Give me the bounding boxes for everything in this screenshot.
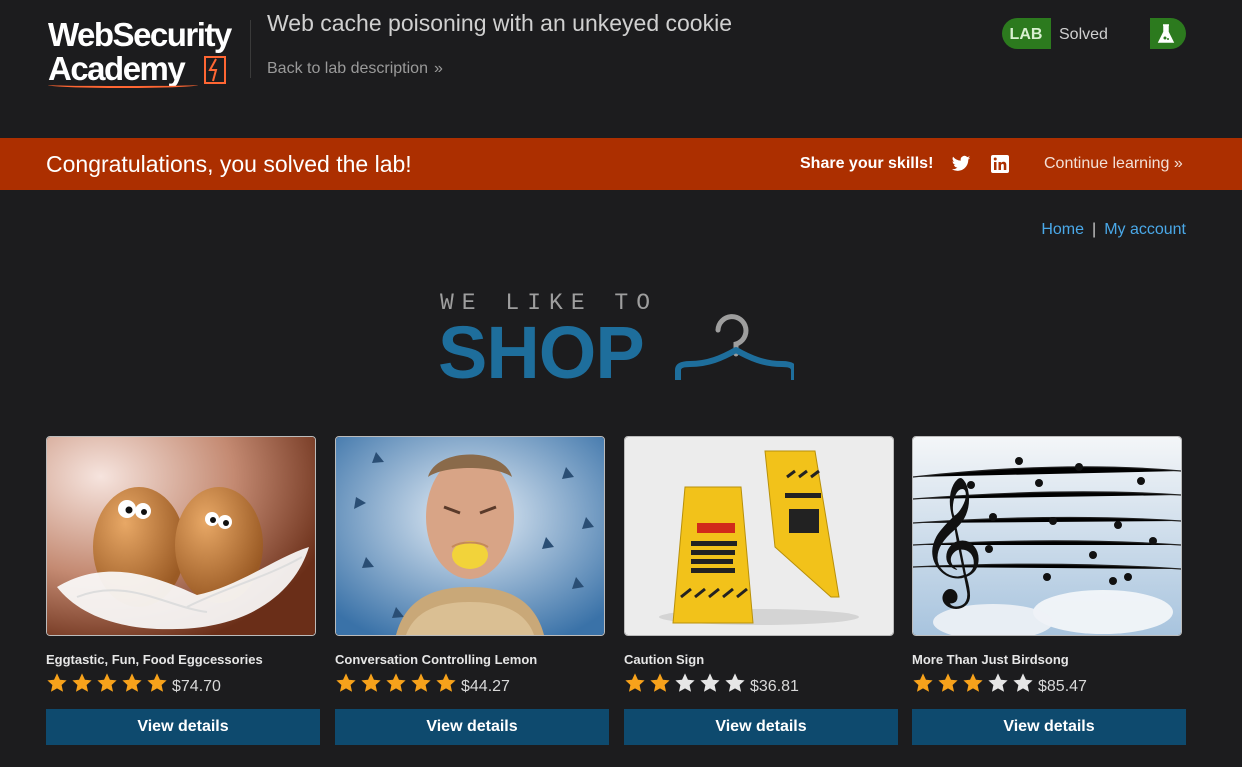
star-filled-icon (913, 673, 933, 692)
star-rating (335, 672, 460, 696)
view-details-button[interactable]: View details (46, 709, 320, 745)
top-nav: Home | My account (1041, 221, 1186, 239)
logo-underline (48, 82, 198, 88)
star-filled-icon (361, 673, 381, 692)
star-empty-icon (1013, 673, 1033, 692)
lab-title: Web cache poisoning with an unkeyed cook… (267, 10, 732, 36)
star-empty-icon (988, 673, 1008, 692)
lemon-illustration (336, 437, 604, 635)
flask-icon (1157, 24, 1175, 43)
star-filled-icon (436, 673, 456, 692)
star-empty-icon (700, 673, 720, 692)
double-chevron-right-icon: » (1173, 155, 1183, 172)
continue-learning-label: Continue learning (1044, 155, 1170, 172)
product-name: More Than Just Birdsong (912, 652, 1069, 667)
back-to-lab-description-link[interactable]: Back to lab description » (267, 60, 443, 78)
back-link-label: Back to lab description (267, 60, 428, 77)
twitter-icon[interactable] (951, 155, 971, 173)
logo-bolt-icon (204, 56, 226, 84)
nav-separator: | (1092, 221, 1097, 238)
star-filled-icon (336, 673, 356, 692)
view-details-button[interactable]: View details (624, 709, 898, 745)
logo-line1: WebSecurity (48, 16, 232, 53)
star-empty-icon (725, 673, 745, 692)
eggs-illustration (47, 437, 315, 635)
star-rating (46, 672, 171, 696)
lab-status-widget: LAB Solved (1002, 18, 1186, 49)
star-filled-icon (963, 673, 983, 692)
clothes-hanger-icon (675, 312, 794, 380)
product-price: $74.70 (172, 678, 221, 695)
star-filled-icon (122, 673, 142, 692)
product-name: Caution Sign (624, 652, 705, 667)
caution-sign-illustration (625, 437, 893, 635)
linkedin-icon[interactable] (990, 154, 1010, 174)
view-details-button[interactable]: View details (912, 709, 1186, 745)
star-filled-icon (386, 673, 406, 692)
lab-header: WebSecurity Academy Web cache poisoning … (0, 0, 1242, 138)
status-label: LAB (1009, 26, 1043, 43)
star-filled-icon (625, 673, 645, 692)
star-filled-icon (72, 673, 92, 692)
star-filled-icon (147, 673, 167, 692)
product-image-lemon[interactable] (335, 436, 605, 636)
star-filled-icon (650, 673, 670, 692)
share-label: Share your skills! (800, 155, 934, 172)
star-filled-icon (938, 673, 958, 692)
product-image-birdsong[interactable]: 𝄞 (912, 436, 1182, 636)
product-name: Conversation Controlling Lemon (335, 652, 538, 667)
nav-my-account-link[interactable]: My account (1104, 221, 1186, 238)
web-security-academy-logo[interactable]: WebSecurity Academy (48, 16, 248, 88)
product-price: $36.81 (750, 678, 799, 695)
product-price: $44.27 (461, 678, 510, 695)
star-rating (912, 672, 1037, 696)
star-empty-icon (675, 673, 695, 692)
product-name: Egg­tastic, Fun, Food Eggcessories (46, 652, 263, 667)
product-image-caution-sign[interactable] (624, 436, 894, 636)
svg-text:𝄞: 𝄞 (919, 475, 984, 609)
birdsong-illustration: 𝄞 (913, 437, 1181, 635)
continue-learning-link[interactable]: Continue learning » (1044, 155, 1183, 173)
product-image-eggs[interactable] (46, 436, 316, 636)
view-details-button[interactable]: View details (335, 709, 609, 745)
star-filled-icon (411, 673, 431, 692)
congratulations-message: Congratulations, you solved the lab! (46, 151, 412, 177)
status-value: Solved (1051, 18, 1150, 49)
product-price: $85.47 (1038, 678, 1087, 695)
we-like-to-shop-logo: WE LIKE TO SHOP (438, 290, 800, 394)
star-filled-icon (47, 673, 67, 692)
congratulations-banner: Congratulations, you solved the lab! Sha… (0, 138, 1242, 190)
star-rating (624, 672, 749, 696)
header-divider (250, 20, 251, 78)
star-filled-icon (97, 673, 117, 692)
nav-home-link[interactable]: Home (1041, 221, 1084, 238)
shop-logo-word: SHOP (438, 311, 645, 394)
double-chevron-right-icon: » (433, 60, 443, 77)
